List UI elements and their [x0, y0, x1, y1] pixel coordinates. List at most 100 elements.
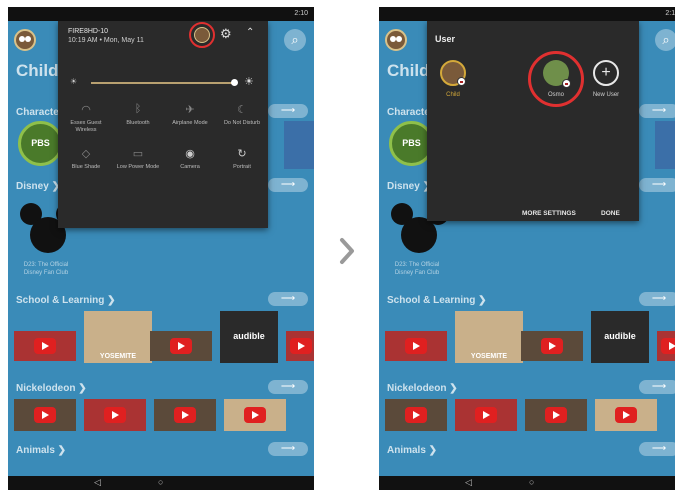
- yosemite-tile[interactable]: YOSEMITE: [455, 311, 523, 363]
- characters-more-arrow[interactable]: ⟶: [268, 104, 308, 118]
- brightness-slider[interactable]: [91, 82, 235, 84]
- yosemite-tile[interactable]: YOSEMITE: [84, 311, 152, 363]
- mickey-head: [401, 217, 437, 253]
- video-tile[interactable]: [385, 331, 447, 361]
- plus-icon: +: [593, 60, 619, 86]
- more-settings-button[interactable]: MORE SETTINGS: [522, 210, 576, 217]
- tile-label: Portrait: [233, 164, 251, 170]
- tile-airplane[interactable]: ✈ Airplane Mode: [164, 103, 216, 127]
- video-tile[interactable]: [455, 399, 517, 431]
- nickelodeon-more-arrow[interactable]: ⟶: [639, 380, 675, 394]
- audible-tile[interactable]: audible: [220, 311, 278, 363]
- section-disney[interactable]: Disney ❯: [387, 181, 431, 192]
- section-characters[interactable]: Characte: [16, 107, 59, 118]
- play-icon: [290, 338, 312, 354]
- play-icon: [661, 338, 675, 354]
- school-row: YOSEMITE audible: [379, 311, 675, 369]
- section-characters[interactable]: Characte: [387, 107, 430, 118]
- play-icon: [174, 407, 196, 423]
- brightness-thumb[interactable]: [231, 79, 238, 86]
- play-icon: [615, 407, 637, 423]
- user-osmo[interactable]: Osmo: [534, 60, 578, 98]
- tile-bluetooth[interactable]: ᛒ Bluetooth: [112, 103, 164, 127]
- characters-more-arrow[interactable]: ⟶: [639, 104, 675, 118]
- animals-more-arrow[interactable]: ⟶: [268, 442, 308, 456]
- profile-badge-icon: [562, 79, 571, 88]
- tile-label: Camera: [180, 164, 200, 170]
- frozen-tile[interactable]: [284, 121, 314, 169]
- play-icon: [541, 338, 563, 354]
- tile-label: Blue Shade: [71, 164, 101, 170]
- school-more-arrow[interactable]: ⟶: [639, 292, 675, 306]
- user-new[interactable]: + New User: [584, 60, 628, 98]
- back-icon[interactable]: ◁: [465, 477, 472, 488]
- tile-do-not-disturb[interactable]: ☾ Do Not Disturb: [216, 103, 268, 127]
- tile-blue-shade[interactable]: ◇ Blue Shade: [60, 147, 112, 171]
- chevron-up-icon[interactable]: ⌃: [246, 27, 254, 38]
- tile-portrait[interactable]: ↻ Portrait: [216, 147, 268, 171]
- tile-camera[interactable]: ◉ Camera: [164, 147, 216, 171]
- video-tile[interactable]: [84, 399, 146, 431]
- section-disney[interactable]: Disney ❯: [16, 181, 60, 192]
- video-tile[interactable]: [286, 331, 314, 361]
- disney-more-arrow[interactable]: ⟶: [639, 178, 675, 192]
- video-tile[interactable]: [385, 399, 447, 431]
- profile-title: Child: [387, 61, 430, 80]
- section-nickelodeon[interactable]: Nickelodeon ❯: [16, 383, 87, 394]
- disney-tile-caption: D23: The Official Disney Fan Club: [394, 262, 440, 276]
- section-nickelodeon[interactable]: Nickelodeon ❯: [387, 383, 458, 394]
- frozen-tile[interactable]: [655, 121, 675, 169]
- play-icon: [34, 338, 56, 354]
- video-tile[interactable]: [224, 399, 286, 431]
- disney-more-arrow[interactable]: ⟶: [268, 178, 308, 192]
- tile-low-power[interactable]: ▭ Low Power Mode: [112, 147, 164, 171]
- play-icon: [244, 407, 266, 423]
- audible-label: audible: [604, 331, 636, 341]
- video-tile[interactable]: [657, 331, 675, 361]
- user-child[interactable]: Child: [431, 60, 475, 98]
- section-school-learning[interactable]: School & Learning ❯: [16, 295, 116, 306]
- back-icon[interactable]: ◁: [94, 477, 101, 488]
- video-tile[interactable]: [154, 399, 216, 431]
- wifi-icon: ◠: [81, 104, 91, 116]
- profile-badge-icon: [457, 77, 466, 86]
- audible-tile[interactable]: audible: [591, 311, 649, 363]
- video-tile[interactable]: [14, 331, 76, 361]
- profile-avatar[interactable]: [385, 29, 407, 51]
- camera-icon: ◉: [185, 148, 195, 160]
- home-icon[interactable]: ○: [158, 477, 163, 487]
- home-icon[interactable]: ○: [529, 477, 534, 487]
- user-name: Osmo: [547, 92, 564, 98]
- section-animals[interactable]: Animals ❯: [16, 445, 66, 456]
- device-name: FIRE8HD-10: [68, 28, 109, 35]
- done-button[interactable]: DONE: [601, 210, 620, 217]
- gear-icon[interactable]: ⚙: [220, 26, 232, 42]
- audible-label: audible: [233, 331, 265, 341]
- animals-more-arrow[interactable]: ⟶: [639, 442, 675, 456]
- profile-avatar[interactable]: [14, 29, 36, 51]
- yosemite-label: YOSEMITE: [99, 353, 137, 360]
- school-row: YOSEMITE audible: [8, 311, 314, 369]
- school-more-arrow[interactable]: ⟶: [268, 292, 308, 306]
- video-tile[interactable]: [14, 399, 76, 431]
- video-tile[interactable]: [150, 331, 212, 361]
- section-school-learning[interactable]: School & Learning ❯: [387, 295, 487, 306]
- quick-settings-panel: FIRE8HD-10 10:19 AM • Mon, May 11 ⚙ ⌃ ☀ …: [58, 21, 268, 228]
- owl-avatar: [440, 60, 466, 86]
- user-name: Child: [446, 92, 460, 98]
- play-icon: [170, 338, 192, 354]
- moon-icon: ☾: [237, 104, 247, 116]
- tile-wifi[interactable]: ◠ Essex Guest Wireless: [60, 103, 112, 134]
- search-icon[interactable]: ⌕: [655, 29, 675, 51]
- video-tile[interactable]: [525, 399, 587, 431]
- play-icon: [475, 407, 497, 423]
- search-icon[interactable]: ⌕: [284, 29, 306, 51]
- nickelodeon-more-arrow[interactable]: ⟶: [268, 380, 308, 394]
- pbs-logo[interactable]: PBS: [18, 121, 63, 166]
- airplane-icon: ✈: [185, 104, 195, 116]
- video-tile[interactable]: [521, 331, 583, 361]
- play-icon: [104, 407, 126, 423]
- video-tile[interactable]: [595, 399, 657, 431]
- brightness-high-icon: ☀: [244, 76, 254, 88]
- section-animals[interactable]: Animals ❯: [387, 445, 437, 456]
